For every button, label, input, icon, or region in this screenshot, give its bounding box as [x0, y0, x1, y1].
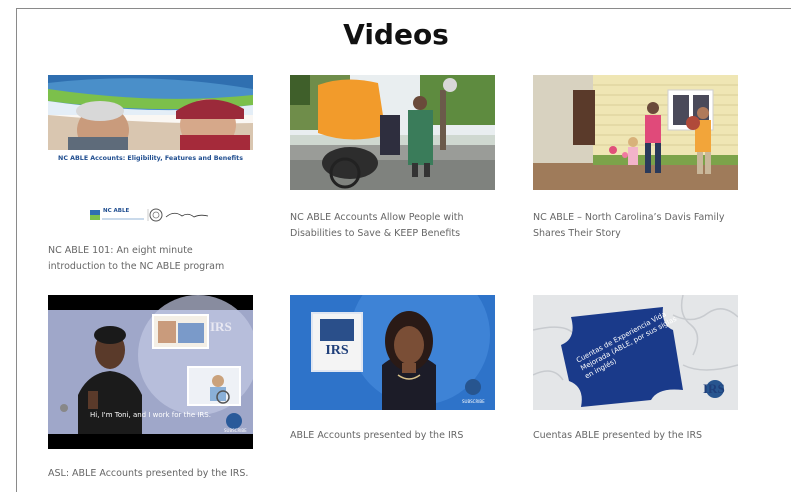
nc-able-logo: NC ABLE	[90, 208, 210, 222]
thumbnail-title-text: NC ABLE Accounts: Eligibility, Features …	[58, 155, 243, 162]
video-thumbnail[interactable]: NC ABLE Accounts: Eligibility, Features …	[48, 75, 253, 235]
video-caption[interactable]: NC ABLE 101: An eight minute introductio…	[48, 243, 253, 275]
video-overlay-caption: Hi, I'm Toni, and I work for the IRS.	[90, 411, 211, 419]
video-caption[interactable]: NC ABLE – North Carolina’s Davis Family …	[533, 210, 738, 242]
watermark-icon	[60, 404, 68, 412]
video-card-nc-able-101[interactable]: NC ABLE Accounts: Eligibility, Features …	[48, 75, 253, 275]
nc-able-logo-text: NC ABLE	[103, 208, 130, 214]
page-title: Videos	[343, 18, 449, 51]
video-caption[interactable]: Cuentas ABLE presented by the IRS	[533, 428, 738, 444]
thumbnail-photo	[290, 75, 495, 190]
irs-logo-text: IRS	[210, 319, 232, 334]
video-card-save-keep-benefits[interactable]: NC ABLE Accounts Allow People with Disab…	[290, 75, 495, 242]
video-card-cuentas-able[interactable]: Cuentas de Experiencia Vida Mejorada (AB…	[533, 295, 738, 444]
video-caption[interactable]: NC ABLE Accounts Allow People with Disab…	[290, 210, 495, 242]
video-card-davis-family[interactable]: NC ABLE – North Carolina’s Davis Family …	[533, 75, 738, 242]
thumbnail-photo	[533, 75, 738, 190]
irs-logo-text: IRS	[325, 343, 349, 358]
subscribe-label[interactable]: SUBSCRIBE	[462, 399, 485, 404]
video-card-asl-irs[interactable]: Hi, I'm Toni, and I work for the IRS. IR…	[48, 295, 253, 482]
video-thumbnail[interactable]: IRS SUBSCRIBE	[290, 295, 495, 410]
irs-logo-text: IRS	[703, 381, 725, 396]
video-caption[interactable]: ABLE Accounts presented by the IRS	[290, 428, 495, 444]
video-thumbnail[interactable]	[290, 75, 495, 190]
video-thumbnail[interactable]: Cuentas de Experiencia Vida Mejorada (AB…	[533, 295, 738, 410]
video-thumbnail[interactable]: Hi, I'm Toni, and I work for the IRS. IR…	[48, 295, 253, 449]
thumbnail-photo	[48, 75, 253, 150]
video-card-able-irs[interactable]: IRS SUBSCRIBE ABLE Accounts presented by…	[290, 295, 495, 444]
subscribe-label[interactable]: SUBSCRIBE	[224, 428, 247, 433]
video-thumbnail[interactable]	[533, 75, 738, 190]
video-caption[interactable]: ASL: ABLE Accounts presented by the IRS.	[48, 466, 253, 482]
